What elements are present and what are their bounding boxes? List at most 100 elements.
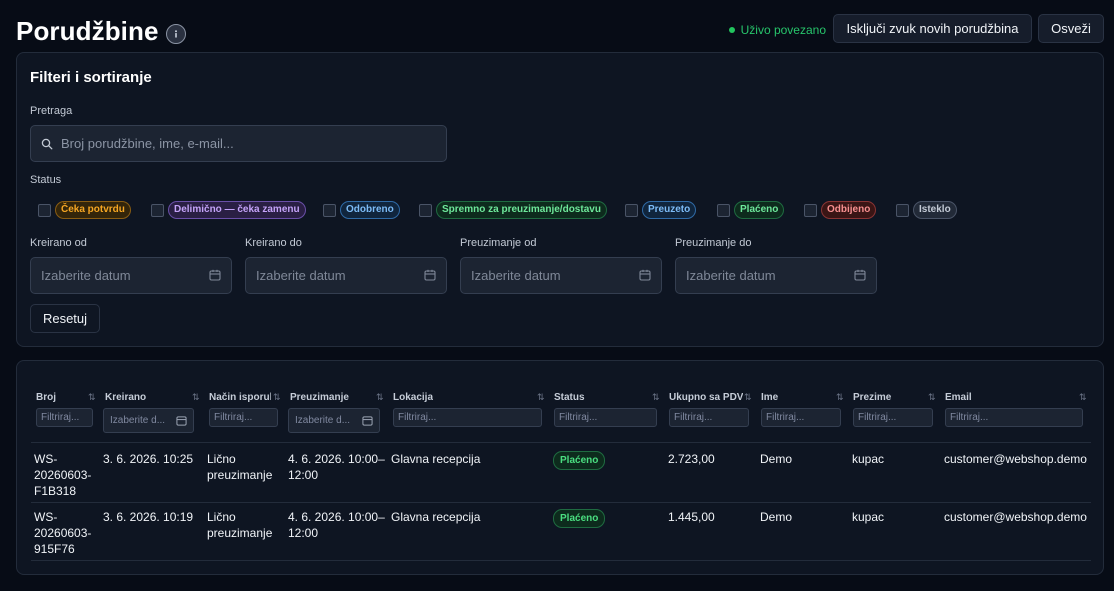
column-filter-ukupno[interactable] [669, 408, 749, 427]
column-label: Način isporuke [209, 392, 271, 403]
cell-ukupno: 2.723,00 [668, 452, 715, 466]
page-header: Porudžbine Uživo povezano Isključi zvuk … [16, 14, 1104, 46]
column-label: Lokacija [393, 392, 434, 403]
sort-icon[interactable]: ⇅ [928, 392, 936, 403]
column-filter-preuzimanje[interactable] [288, 408, 380, 433]
column-filter-preuzimanje-input[interactable] [295, 409, 355, 432]
status-checkbox[interactable] [896, 203, 909, 217]
status-filter-isteklo[interactable]: Isteklo [896, 199, 957, 221]
search-box [30, 125, 447, 162]
status-filter-ceka-potvrdu[interactable]: Čeka potvrdu [38, 199, 131, 221]
cell-ime: Demo [760, 452, 793, 466]
column-label: Email [945, 392, 972, 403]
sort-icon[interactable]: ⇅ [376, 392, 384, 403]
column-label: Ime [761, 392, 779, 403]
sort-icon[interactable]: ⇅ [744, 392, 752, 403]
pickup-to-field[interactable] [675, 257, 877, 294]
cell-broj: WS- 20260603- 915F76 [34, 510, 92, 556]
column-header-kreirano[interactable]: Kreirano ⇅ [100, 383, 204, 443]
status-filter-odbijeno[interactable]: Odbijeno [804, 199, 877, 221]
column-filter-status[interactable] [554, 408, 657, 427]
cell-preuzimanje: 4. 6. 2026. 10:00– 12:00 [288, 452, 385, 482]
status-label: Status [30, 174, 62, 186]
status-filter-delimicno[interactable]: Delimično — čeka zamenu [151, 199, 306, 221]
status-badge: Plaćeno [553, 451, 606, 470]
search-icon [41, 138, 53, 150]
pickup-from-field[interactable] [460, 257, 662, 294]
calendar-icon [424, 269, 436, 281]
column-filter-lokacija[interactable] [393, 408, 542, 427]
sort-icon[interactable]: ⇅ [192, 392, 200, 403]
column-header-email[interactable]: Email ⇅ [940, 383, 1091, 443]
created-from-label: Kreirano od [30, 237, 87, 249]
sort-icon[interactable]: ⇅ [652, 392, 660, 403]
filters-title: Filteri i sortiranje [30, 69, 152, 86]
status-checkbox[interactable] [717, 203, 730, 217]
created-to-field[interactable] [245, 257, 447, 294]
column-header-ukupno[interactable]: Ukupno sa PDV ⇅ [664, 383, 756, 443]
column-filter-nacin[interactable] [209, 408, 278, 427]
pickup-to-input[interactable] [686, 258, 846, 293]
column-header-broj[interactable]: Broj ⇅ [31, 383, 100, 443]
created-from-field[interactable] [30, 257, 232, 294]
column-label: Prezime [853, 392, 892, 403]
status-checkbox[interactable] [625, 203, 638, 217]
status-filter-spremno[interactable]: Spremno za preuzimanje/dostavu [419, 199, 607, 221]
column-header-prezime[interactable]: Prezime ⇅ [848, 383, 940, 443]
calendar-icon [639, 269, 651, 281]
status-badge: Spremno za preuzimanje/dostavu [436, 201, 607, 219]
column-header-nacin-isporuke[interactable]: Način isporuke ⇅ [204, 383, 285, 443]
pickup-from-input[interactable] [471, 258, 631, 293]
created-from-input[interactable] [41, 258, 201, 293]
status-badge: Odobreno [340, 201, 400, 219]
table-row[interactable]: WS- 20260603- F1B318 3. 6. 2026. 10:25 L… [31, 445, 1091, 503]
column-header-ime[interactable]: Ime ⇅ [756, 383, 848, 443]
cell-kreirano: 3. 6. 2026. 10:19 [103, 510, 194, 524]
created-to-label: Kreirano do [245, 237, 302, 249]
status-badge: Isteklo [913, 201, 957, 219]
live-dot-icon [728, 27, 735, 33]
sort-icon[interactable]: ⇅ [88, 392, 96, 403]
column-filter-email[interactable] [945, 408, 1083, 427]
sort-icon[interactable]: ⇅ [1079, 392, 1087, 403]
search-input[interactable] [61, 126, 441, 161]
status-filter-preuzeto[interactable]: Preuzeto [625, 199, 697, 221]
info-icon[interactable] [166, 24, 186, 44]
created-to-input[interactable] [256, 258, 416, 293]
status-badge: Plaćeno [553, 509, 606, 528]
column-filter-ime[interactable] [761, 408, 841, 427]
column-filter-prezime[interactable] [853, 408, 933, 427]
column-filter-broj[interactable] [36, 408, 93, 427]
status-checkbox[interactable] [419, 203, 432, 217]
table-row[interactable]: WS- 20260603- 915F76 3. 6. 2026. 10:19 L… [31, 503, 1091, 561]
cell-status: Plaćeno [553, 451, 606, 470]
search-label: Pretraga [30, 105, 73, 117]
mute-new-orders-button[interactable]: Isključi zvuk novih porudžbina [833, 14, 1032, 43]
refresh-button[interactable]: Osveži [1038, 14, 1104, 43]
live-status: Uživo povezano [728, 23, 826, 37]
column-header-status[interactable]: Status ⇅ [549, 383, 664, 443]
status-checkbox[interactable] [38, 203, 51, 217]
live-status-label: Uživo povezano [740, 23, 826, 37]
status-checkbox[interactable] [151, 203, 164, 217]
column-header-preuzimanje[interactable]: Preuzimanje ⇅ [285, 383, 388, 443]
status-badge: Čeka potvrdu [55, 201, 131, 219]
status-filter-row: Čeka potvrdu Delimično — čeka zamenu Odo… [17, 199, 1105, 221]
status-filter-odobreno[interactable]: Odobreno [323, 199, 400, 221]
column-filter-kreirano-input[interactable] [110, 409, 170, 432]
column-filter-kreirano[interactable] [103, 408, 194, 433]
sort-icon[interactable]: ⇅ [836, 392, 844, 403]
cell-prezime: kupac [852, 510, 885, 524]
status-checkbox[interactable] [804, 203, 817, 217]
cell-nacin-isporuke: Lično preuzimanje [207, 452, 273, 482]
status-filter-placeno[interactable]: Plaćeno [717, 199, 785, 221]
sort-icon[interactable]: ⇅ [537, 392, 545, 403]
column-label: Status [554, 392, 585, 403]
column-label: Broj [36, 392, 56, 403]
sort-icon[interactable]: ⇅ [273, 392, 281, 403]
reset-button[interactable]: Resetuj [30, 304, 100, 333]
status-badge: Delimično — čeka zamenu [168, 201, 306, 219]
table-header-row: Broj ⇅ Kreirano ⇅ Način isporuke ⇅ Preuz… [31, 383, 1091, 443]
status-checkbox[interactable] [323, 203, 336, 217]
column-header-lokacija[interactable]: Lokacija ⇅ [388, 383, 549, 443]
